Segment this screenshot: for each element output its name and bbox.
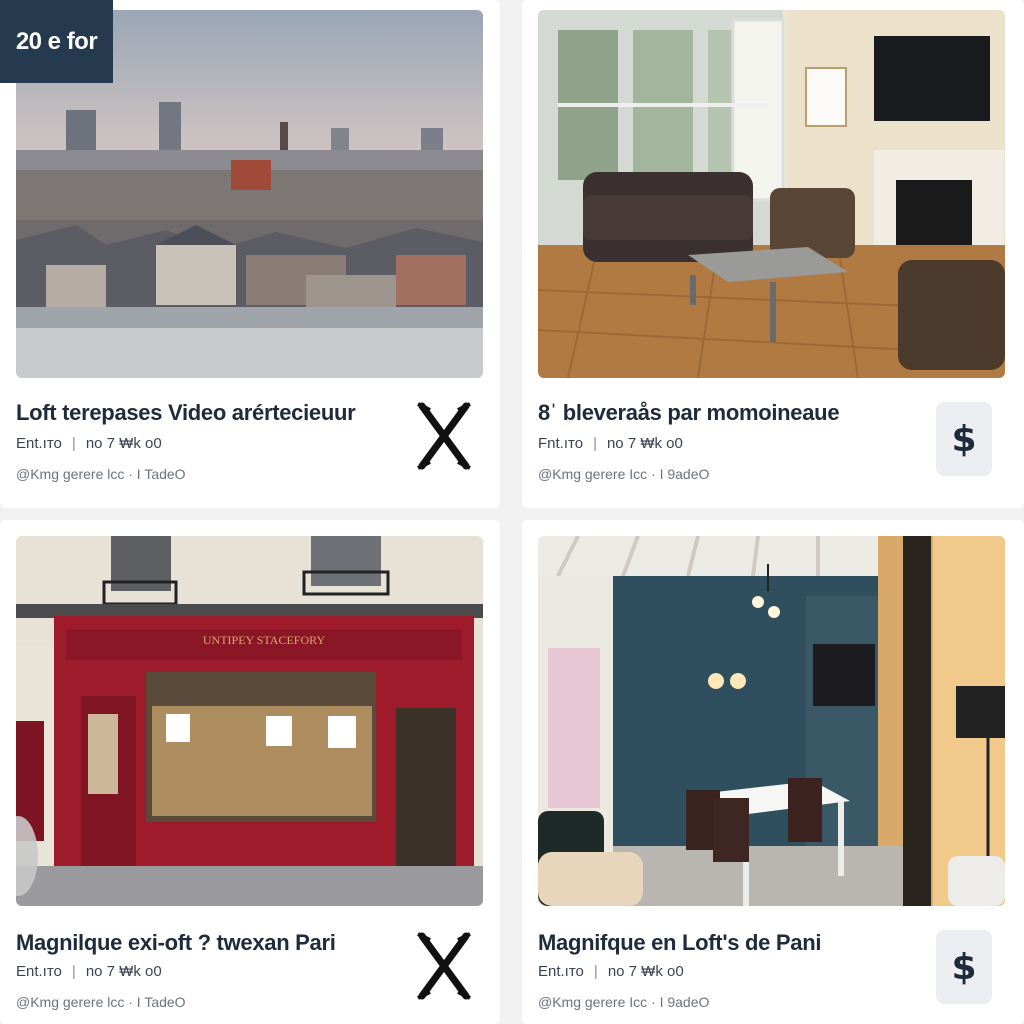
close-icon (417, 932, 471, 1000)
dollar-icon: $ (951, 946, 977, 988)
listing-card[interactable]: 8ˈ bleveraås par momoineaue Fnt.ıто | no 7… (522, 0, 1024, 508)
listing-card[interactable]: Magnifque en Loft's de Pani Ent.ıто | no 7… (522, 520, 1024, 1024)
shop-sign: UNTIPEY STACEFORY (203, 633, 326, 647)
meta-divider: | (71, 435, 76, 452)
listing-size: no 7 ₩k o0 (606, 435, 683, 452)
listing-meta: Ent.ıто | no 7 ₩k o0 (16, 963, 162, 980)
listing-photo-storefront[interactable]: UNTIPEY STACEFORY (16, 536, 483, 906)
listing-subtitle: @Kmg gerere Icc · I 9adeO (538, 994, 710, 1010)
listing-meta: Fnt.ıто | no 7 ₩k o0 (538, 435, 683, 452)
listing-type: Fnt.ıто (538, 435, 584, 452)
listing-meta: Ent.ıто | no 7 ₩k o0 (538, 963, 684, 980)
meta-divider: | (593, 435, 597, 452)
dollar-icon: $ (951, 418, 977, 460)
listing-photo-dining-room[interactable] (538, 536, 1005, 906)
listing-title[interactable]: Magnifque en Loft's de Pani (538, 930, 821, 956)
listing-subtitle: @Kmg gerere lcc · I TadeO (16, 994, 186, 1010)
listing-subtitle: @Kmg gerere Icc · I 9adeO (538, 466, 710, 482)
price-button[interactable]: $ (936, 930, 992, 1004)
listing-size: no 7 ₩k o0 (85, 963, 162, 980)
listing-type: Ent.ıто (16, 435, 62, 452)
listing-photo-living-room[interactable] (538, 10, 1005, 378)
remove-button[interactable] (416, 930, 472, 1002)
listing-subtitle: @Kmg gerere lcc · I TadeO (16, 466, 186, 482)
listing-title[interactable]: Magnilque exi-oft ? twexan Pari (16, 930, 336, 956)
listing-title[interactable]: Loft terepases Video arértecieuur (16, 400, 356, 426)
listing-card[interactable]: UNTIPEY STACEFORY Magnilque exi-oft ? tw… (0, 520, 500, 1024)
price-button[interactable]: $ (936, 402, 992, 476)
price-badge: 20 e for (0, 0, 113, 83)
listing-size: no 7 ₩k o0 (607, 963, 684, 980)
listing-title[interactable]: 8ˈ bleveraås par momoineaue (538, 400, 840, 426)
listing-size: no 7 ₩k o0 (85, 435, 162, 452)
listing-meta: Ent.ıто | no 7 ₩k o0 (16, 435, 162, 452)
close-icon (417, 402, 471, 470)
listing-type: Ent.ıто (16, 963, 62, 980)
meta-divider: | (71, 963, 76, 980)
meta-divider: | (593, 963, 598, 980)
listing-type: Ent.ıто (538, 963, 584, 980)
remove-button[interactable] (416, 400, 472, 472)
